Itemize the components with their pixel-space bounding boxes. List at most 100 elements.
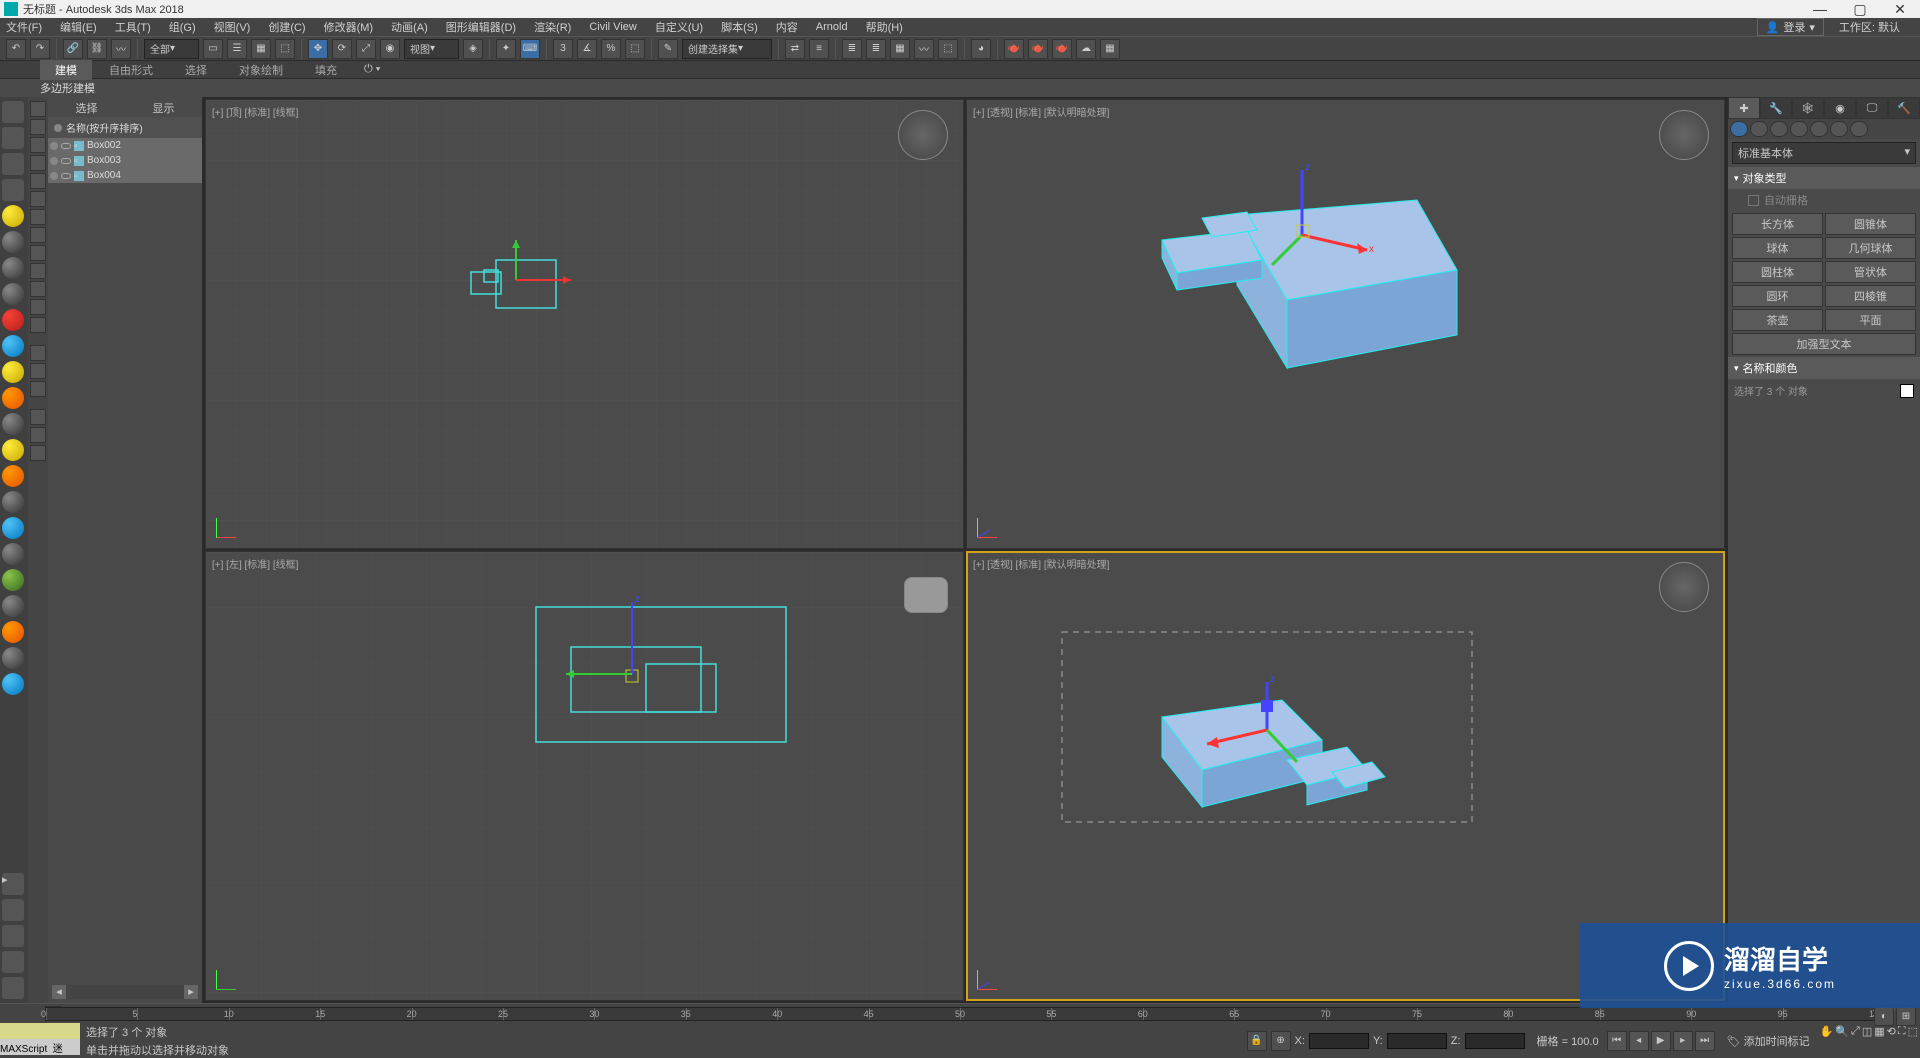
viewcube-left[interactable] xyxy=(904,577,948,613)
selection-filter[interactable]: 全部 ▾ xyxy=(144,39,199,59)
keyboard-shortcut-button[interactable]: ⌨ xyxy=(520,39,540,59)
render-setup[interactable]: 🫖 xyxy=(1004,39,1024,59)
sc-tb-19[interactable] xyxy=(30,445,46,461)
btn-cylinder[interactable]: 圆柱体 xyxy=(1732,261,1823,283)
menu-edit[interactable]: 编辑(E) xyxy=(60,19,97,35)
bind-button[interactable]: 〰 xyxy=(111,39,131,59)
settings-icon[interactable] xyxy=(2,977,24,999)
angle-snap[interactable]: ∡ xyxy=(577,39,597,59)
menu-create[interactable]: 创建(C) xyxy=(268,19,305,35)
redo-button[interactable]: ↷ xyxy=(30,39,50,59)
btn-tube[interactable]: 管状体 xyxy=(1825,261,1916,283)
render-gallery[interactable]: ▦ xyxy=(1100,39,1120,59)
sc-tb-7[interactable] xyxy=(30,209,46,225)
sc-tb-13[interactable] xyxy=(30,317,46,333)
create-space[interactable] xyxy=(1830,121,1848,137)
goto-start-button[interactable]: ⏮ xyxy=(1607,1031,1627,1051)
light-icon[interactable] xyxy=(2,205,24,227)
play-button[interactable]: ▶ xyxy=(1651,1031,1671,1051)
cmdtab-hierarchy[interactable]: 🕸 xyxy=(1792,97,1824,119)
viewport-persp1-label[interactable]: [+] [透视] [标准] [默认明暗处理] xyxy=(973,104,1109,119)
create-geometry[interactable] xyxy=(1730,121,1748,137)
spinner-snap[interactable]: ⬚ xyxy=(625,39,645,59)
grass-icon[interactable] xyxy=(2,569,24,591)
select-region-button[interactable]: ▦ xyxy=(251,39,271,59)
minimize-button[interactable]: — xyxy=(1800,1,1840,18)
rock-icon[interactable] xyxy=(2,543,24,565)
sc-tb-6[interactable] xyxy=(30,191,46,207)
sc-tb-3[interactable] xyxy=(30,137,46,153)
btn-sphere[interactable]: 球体 xyxy=(1732,237,1823,259)
scene-item-box003[interactable]: ▫Box003 xyxy=(48,153,202,168)
render-online[interactable]: ☁ xyxy=(1076,39,1096,59)
btn-textplus[interactable]: 加强型文本 xyxy=(1732,333,1916,355)
dome-icon[interactable] xyxy=(2,361,24,383)
btn-cone[interactable]: 圆锥体 xyxy=(1825,213,1916,235)
menu-grapheditor[interactable]: 图形编辑器(D) xyxy=(446,19,516,35)
sc-tb-15[interactable] xyxy=(30,363,46,379)
red-tool-icon[interactable] xyxy=(2,309,24,331)
maximize-button[interactable]: ▢ xyxy=(1840,1,1880,18)
link-button[interactable]: 🔗 xyxy=(63,39,83,59)
viewport-top[interactable]: [+] [顶] [标准] [线框] xyxy=(205,99,964,549)
tab-objectpaint[interactable]: 对象绘制 xyxy=(224,60,298,80)
pivot-button[interactable]: ◈ xyxy=(463,39,483,59)
material-editor[interactable]: ◕ xyxy=(971,39,991,59)
menu-civilview[interactable]: Civil View xyxy=(589,21,636,33)
scene-header[interactable]: 名称(按升序排序) xyxy=(48,117,202,138)
cmdtab-motion[interactable]: ◉ xyxy=(1824,97,1856,119)
mirror-button[interactable]: ⇄ xyxy=(785,39,805,59)
menu-tools[interactable]: 工具(T) xyxy=(115,19,151,35)
scene-item-box004[interactable]: ▫Box004 xyxy=(48,168,202,183)
tab-selection[interactable]: 选择 xyxy=(170,60,222,80)
move-button[interactable]: ✥ xyxy=(308,39,328,59)
nav-fov[interactable]: ◫ xyxy=(1862,1025,1872,1056)
named-selection[interactable]: 创建选择集 ▾ xyxy=(682,39,772,59)
scene-select-tab[interactable]: 选择 xyxy=(48,97,125,117)
menu-modifier[interactable]: 修改器(M) xyxy=(324,19,374,35)
menu-animation[interactable]: 动画(A) xyxy=(391,19,428,35)
scene-scrollbar[interactable]: ◂▸ xyxy=(52,985,198,999)
menu-group[interactable]: 组(G) xyxy=(169,19,196,35)
layer-mgr2-icon[interactable] xyxy=(2,925,24,947)
blue-tool-icon[interactable] xyxy=(2,335,24,357)
tab-modeling[interactable]: 建模 xyxy=(40,60,92,80)
sc-tb-14[interactable] xyxy=(30,345,46,361)
color-swatch[interactable] xyxy=(1900,384,1914,398)
selection-set-button[interactable]: ✎ xyxy=(658,39,678,59)
unlink-button[interactable]: ⛓ xyxy=(87,39,107,59)
y-field[interactable] xyxy=(1387,1033,1447,1049)
scene-display-tab[interactable]: 显示 xyxy=(125,97,202,117)
viewcube-persp2[interactable] xyxy=(1659,562,1709,612)
create-light[interactable] xyxy=(1770,121,1788,137)
menu-customize[interactable]: 自定义(U) xyxy=(655,19,703,35)
goto-end-button[interactable]: ⏭ xyxy=(1695,1031,1715,1051)
sun-icon[interactable] xyxy=(2,439,24,461)
layer2-button[interactable]: ≣ xyxy=(866,39,886,59)
text-icon[interactable] xyxy=(2,595,24,617)
helper-icon[interactable] xyxy=(2,283,24,305)
autogrid-checkbox[interactable]: 自动栅格 xyxy=(1728,189,1920,211)
render-button[interactable]: 🫖 xyxy=(1052,39,1072,59)
tab-freeform[interactable]: 自由形式 xyxy=(94,60,168,80)
next-frame-button[interactable]: ▸ xyxy=(1673,1031,1693,1051)
nav-zoomall[interactable]: ▦ xyxy=(1874,1025,1884,1056)
sc-tb-8[interactable] xyxy=(30,227,46,243)
menu-file[interactable]: 文件(F) xyxy=(6,19,42,35)
leaf-icon[interactable] xyxy=(2,621,24,643)
cone-icon[interactable] xyxy=(2,413,24,435)
add-timetag[interactable]: 🏷 添加时间标记 xyxy=(1727,1033,1810,1049)
prev-frame-button[interactable]: ◂ xyxy=(1629,1031,1649,1051)
ref-coord[interactable]: 视图 ▾ xyxy=(404,39,459,59)
x-field[interactable] xyxy=(1309,1033,1369,1049)
tool-c[interactable] xyxy=(2,179,24,201)
time-slider-track[interactable]: 0510152025303540455055606570758085909510… xyxy=(45,1007,1875,1021)
water-icon[interactable] xyxy=(2,673,24,695)
cmdtab-create[interactable]: ✚ xyxy=(1728,97,1760,119)
sc-tb-5[interactable] xyxy=(30,173,46,189)
menu-script[interactable]: 脚本(S) xyxy=(721,19,758,35)
noise-icon[interactable] xyxy=(2,647,24,669)
btn-pyramid[interactable]: 四棱锥 xyxy=(1825,285,1916,307)
viewport-left[interactable]: [+] [左] [标准] [线框] z xyxy=(205,551,964,1001)
create-shape[interactable] xyxy=(1750,121,1768,137)
